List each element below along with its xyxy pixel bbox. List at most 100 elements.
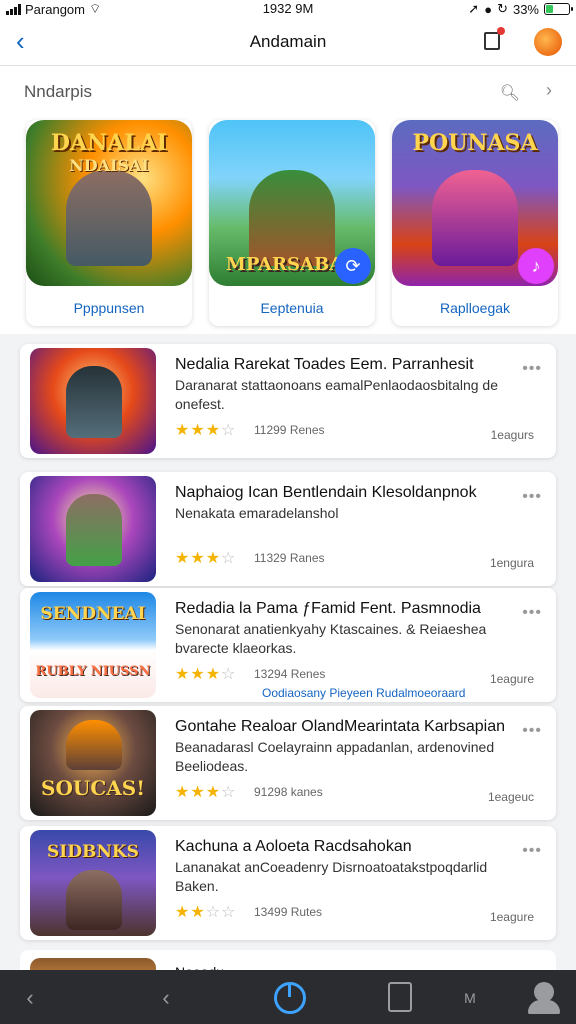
app-description: Nenakata emaradelanshol [175,505,339,521]
hero-figure [66,170,152,266]
more-options-icon[interactable]: ••• [522,842,542,860]
list-item[interactable]: Nedalia Rarekat Toades Eem. Parranhesit … [20,344,556,458]
star-filled-icon: ★ [190,666,206,683]
star-filled-icon: ★ [190,784,206,801]
app-meta: 1eagurs [490,428,534,442]
character-figure [66,494,122,566]
more-options-icon[interactable]: ••• [522,604,542,622]
rotation-lock-icon: ↻ [497,1,508,16]
previous-chevron-icon[interactable]: ‹ [146,978,186,1018]
thumbnail-title: SOUCAS! [41,776,145,800]
music-badge-icon[interactable]: ♪ [518,248,554,284]
star-rating: ★★★☆ [175,664,236,684]
section-header: Nndarpis 🔍︎ › [0,66,576,116]
list-item[interactable]: SIDBNKS Kachuna a Aoloeta Racdsahokan La… [20,826,556,940]
star-filled-icon: ★ [205,422,222,439]
review-count: 13294 Renes [254,667,326,681]
sync-badge-icon[interactable]: ⟳ [335,248,371,284]
star-filled-icon: ★ [190,550,206,567]
thumbnail-subtitle: RUBLY NIUSSN [35,664,151,679]
app-link[interactable]: Oodiaosany Pieyeen Rudalmoeoraard [262,686,465,700]
power-icon[interactable] [270,978,310,1018]
featured-card[interactable]: MPARSABAR ⟳ Eeptenuia [209,120,375,326]
more-options-icon[interactable]: ••• [522,722,542,740]
featured-art-title: POUNASA [412,130,538,156]
app-thumbnail: SENDNEAI RUBLY NIUSSN [30,592,156,698]
star-rating: ★★★☆ [175,420,236,440]
featured-caption[interactable]: Eeptenuia [209,300,375,316]
featured-row: DANALAI NDAISAI Ppppunsen MPARSABAR ⟳ Ee… [0,116,576,334]
app-thumbnail: SOUCAS! [30,710,156,816]
review-count: 11299 Renes [254,423,325,437]
list-item[interactable]: SOUCAS! Gontahe Realoar OlandMearintata … [20,706,556,820]
featured-card[interactable]: POUNASA ♪ Raplloegak [392,120,558,326]
notification-dot [497,27,505,35]
more-options-icon[interactable]: ••• [522,360,542,378]
featured-caption[interactable]: Ppppunsen [26,300,192,316]
app-thumbnail: SIDBNKS [30,830,156,936]
star-filled-icon: ★ [175,666,191,683]
app-title: Redadia la Pama ƒFamid Fent. Pasmnodia [175,600,481,617]
chevron-right-icon[interactable]: › [546,80,552,101]
featured-art-subtitle: NDAISAI [69,156,149,175]
star-empty-icon: ☆ [221,784,237,801]
battery-percent: 33% [512,1,539,17]
more-options-icon[interactable]: ••• [522,488,542,506]
app-description: Lananakat anCoeadenry Disrnoatoatakstpoq… [175,859,488,894]
profile-icon[interactable] [524,978,564,1018]
app-title: Gontahe Realoar OlandMearintata Karbsapi… [175,718,505,735]
search-icon[interactable]: 🔍︎ [500,83,520,103]
nav-bar: ‹ Andamain [0,18,576,66]
star-empty-icon: ☆ [221,904,237,921]
review-count: 13499 Rutes [254,905,323,919]
app-meta: 1eagure [489,672,534,686]
featured-card[interactable]: DANALAI NDAISAI Ppppunsen [26,120,192,326]
star-empty-icon: ☆ [221,666,237,683]
star-empty-icon: ☆ [221,422,237,439]
list-item[interactable]: Naphaiog Ican Bentlendain Klesoldanpnok … [20,472,556,586]
star-filled-icon: ★ [205,666,222,683]
battery-icon [544,3,573,15]
star-filled-icon: ★ [175,904,191,921]
star-filled-icon: ★ [205,550,222,567]
app-description: Beanadarasl Coelayrainn appadanlan, arde… [175,739,495,774]
notification-box-icon[interactable] [484,27,505,50]
featured-art: DANALAI NDAISAI [26,120,192,286]
hero-figure [249,170,335,266]
review-count: 11329 Ranes [254,551,325,565]
star-rating: ★★☆☆ [175,902,236,922]
menu-tab[interactable]: M [450,978,490,1018]
character-figure [66,366,122,438]
review-count: 91298 kanes [254,785,323,799]
star-rating: ★★★☆ [175,548,236,568]
hero-figure [432,170,518,266]
menu-tab-label: M [464,990,476,1006]
star-filled-icon: ★ [175,784,191,801]
list-item[interactable]: SENDNEAI RUBLY NIUSSN Redadia la Pama ƒF… [20,588,556,702]
app-title: Naphaiog Ican Bentlendain Klesoldanpnok [175,484,477,501]
featured-caption[interactable]: Raplloegak [392,300,558,316]
star-filled-icon: ★ [190,904,206,921]
avatar[interactable] [534,28,562,56]
star-rating: ★★★☆ [175,782,236,802]
featured-art-title: DANALAI [50,130,168,156]
app-meta: 1engura [489,556,534,570]
location-icon: ➚ [468,1,480,16]
character-figure [66,720,122,770]
section-title: Nndarpis [24,82,93,101]
phone-icon[interactable] [380,978,420,1018]
app-thumbnail [30,476,156,582]
star-empty-icon: ☆ [221,550,237,567]
status-right: ➚ ● ↻ 33% [468,1,573,17]
star-filled-icon: ★ [175,550,191,567]
app-title: Nedalia Rarekat Toades Eem. Parranhesit [175,356,474,373]
star-filled-icon: ★ [205,784,222,801]
alarm-icon: ● [484,1,493,17]
thumbnail-title: SENDNEAI [40,604,146,624]
back-chevron-icon[interactable]: ‹ [10,978,50,1018]
thumbnail-title: SIDBNKS [47,842,139,862]
bottom-tab-bar: ‹ ‹ M [0,970,576,1024]
app-description: Senonarat anatienkyahy Ktascaines. & Rei… [175,621,487,656]
star-filled-icon: ★ [175,422,191,439]
status-bar: Parangom ⌔ 1932 9M ➚ ● ↻ 33% [0,0,576,18]
